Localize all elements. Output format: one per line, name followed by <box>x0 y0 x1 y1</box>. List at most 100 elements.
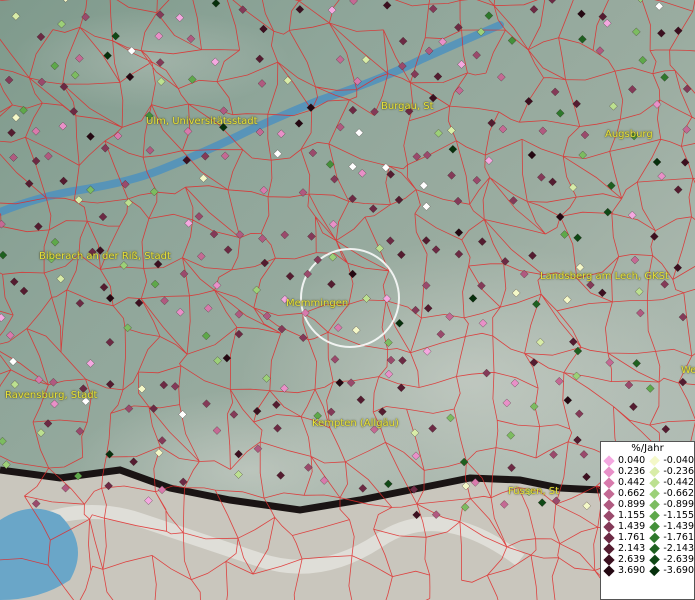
station-marker[interactable] <box>59 82 69 91</box>
station-marker[interactable] <box>0 437 7 446</box>
station-marker[interactable] <box>25 179 34 188</box>
station-marker[interactable] <box>410 428 420 438</box>
station-marker[interactable] <box>212 426 222 435</box>
station-marker[interactable] <box>50 237 60 247</box>
station-marker[interactable] <box>199 174 208 183</box>
station-marker[interactable] <box>680 158 690 167</box>
station-marker[interactable] <box>75 427 85 436</box>
station-marker[interactable] <box>34 375 44 384</box>
station-marker[interactable] <box>9 153 18 162</box>
station-marker[interactable] <box>454 228 464 237</box>
station-marker[interactable] <box>75 54 84 63</box>
station-marker[interactable] <box>285 272 295 281</box>
station-marker[interactable] <box>580 130 590 140</box>
station-marker[interactable] <box>306 103 316 112</box>
station-marker[interactable] <box>273 149 282 158</box>
station-marker[interactable] <box>529 358 539 367</box>
station-marker[interactable] <box>298 188 308 197</box>
station-marker[interactable] <box>333 323 343 332</box>
station-marker[interactable] <box>386 355 396 365</box>
station-marker[interactable] <box>149 404 158 413</box>
station-marker[interactable] <box>409 485 419 494</box>
station-marker[interactable] <box>119 261 129 270</box>
station-marker[interactable] <box>37 77 47 87</box>
station-marker[interactable] <box>461 481 471 491</box>
station-marker[interactable] <box>258 234 267 243</box>
station-marker[interactable] <box>34 222 43 231</box>
station-marker[interactable] <box>234 470 243 479</box>
station-marker[interactable] <box>354 128 364 137</box>
station-marker[interactable] <box>638 55 647 65</box>
station-marker[interactable] <box>106 380 115 389</box>
station-marker[interactable] <box>31 499 41 508</box>
station-marker[interactable] <box>304 463 313 472</box>
station-marker[interactable] <box>307 232 316 241</box>
station-marker[interactable] <box>573 346 583 356</box>
station-marker[interactable] <box>652 100 662 109</box>
station-marker[interactable] <box>511 288 521 298</box>
station-marker[interactable] <box>532 299 541 309</box>
station-marker[interactable] <box>628 85 637 94</box>
station-marker[interactable] <box>220 151 230 161</box>
station-marker[interactable] <box>548 0 556 4</box>
station-marker[interactable] <box>457 60 466 69</box>
station-marker[interactable] <box>563 396 573 405</box>
station-marker[interactable] <box>573 233 582 243</box>
station-marker[interactable] <box>179 477 188 487</box>
station-marker[interactable] <box>276 471 285 480</box>
station-marker[interactable] <box>410 69 420 79</box>
station-marker[interactable] <box>423 304 433 313</box>
station-marker[interactable] <box>446 413 455 423</box>
station-marker[interactable] <box>44 151 53 161</box>
station-marker[interactable] <box>411 451 421 461</box>
station-marker[interactable] <box>478 237 487 246</box>
station-marker[interactable] <box>453 196 463 206</box>
station-marker[interactable] <box>468 294 478 303</box>
station-marker[interactable] <box>682 84 692 94</box>
station-marker[interactable] <box>204 304 213 313</box>
station-marker[interactable] <box>213 356 222 365</box>
station-marker[interactable] <box>382 294 392 303</box>
station-marker[interactable] <box>454 23 463 32</box>
station-marker[interactable] <box>395 319 404 328</box>
station-marker[interactable] <box>8 357 18 366</box>
station-marker[interactable] <box>229 410 239 419</box>
station-marker[interactable] <box>646 384 655 393</box>
station-marker[interactable] <box>507 463 516 472</box>
station-marker[interactable] <box>335 378 344 387</box>
station-marker[interactable] <box>103 51 112 60</box>
station-marker[interactable] <box>348 162 357 171</box>
station-marker[interactable] <box>575 409 584 419</box>
station-marker[interactable] <box>69 107 79 116</box>
station-marker[interactable] <box>2 460 11 469</box>
station-marker[interactable] <box>579 450 589 459</box>
station-marker[interactable] <box>537 173 546 182</box>
station-marker[interactable] <box>422 236 431 245</box>
station-marker[interactable] <box>678 377 688 387</box>
station-marker[interactable] <box>330 355 340 364</box>
station-marker[interactable] <box>356 395 366 404</box>
station-marker[interactable] <box>19 286 29 296</box>
station-marker[interactable] <box>223 245 233 254</box>
station-marker[interactable] <box>50 399 59 409</box>
station-marker[interactable] <box>121 180 130 189</box>
station-marker[interactable] <box>98 212 108 222</box>
station-marker[interactable] <box>86 185 95 195</box>
station-marker[interactable] <box>156 77 166 86</box>
station-marker[interactable] <box>211 0 221 8</box>
station-marker[interactable] <box>183 127 193 136</box>
station-marker[interactable] <box>556 109 565 118</box>
station-marker[interactable] <box>325 160 335 169</box>
station-marker[interactable] <box>434 129 443 138</box>
station-marker[interactable] <box>438 37 447 46</box>
station-marker[interactable] <box>238 5 247 14</box>
station-marker[interactable] <box>160 296 169 305</box>
station-marker[interactable] <box>370 107 379 116</box>
station-marker[interactable] <box>113 131 123 141</box>
station-marker[interactable] <box>381 163 391 172</box>
station-marker[interactable] <box>412 152 422 161</box>
station-marker[interactable] <box>497 72 506 82</box>
station-marker[interactable] <box>482 368 491 378</box>
station-marker[interactable] <box>529 5 539 14</box>
station-marker[interactable] <box>386 170 395 179</box>
